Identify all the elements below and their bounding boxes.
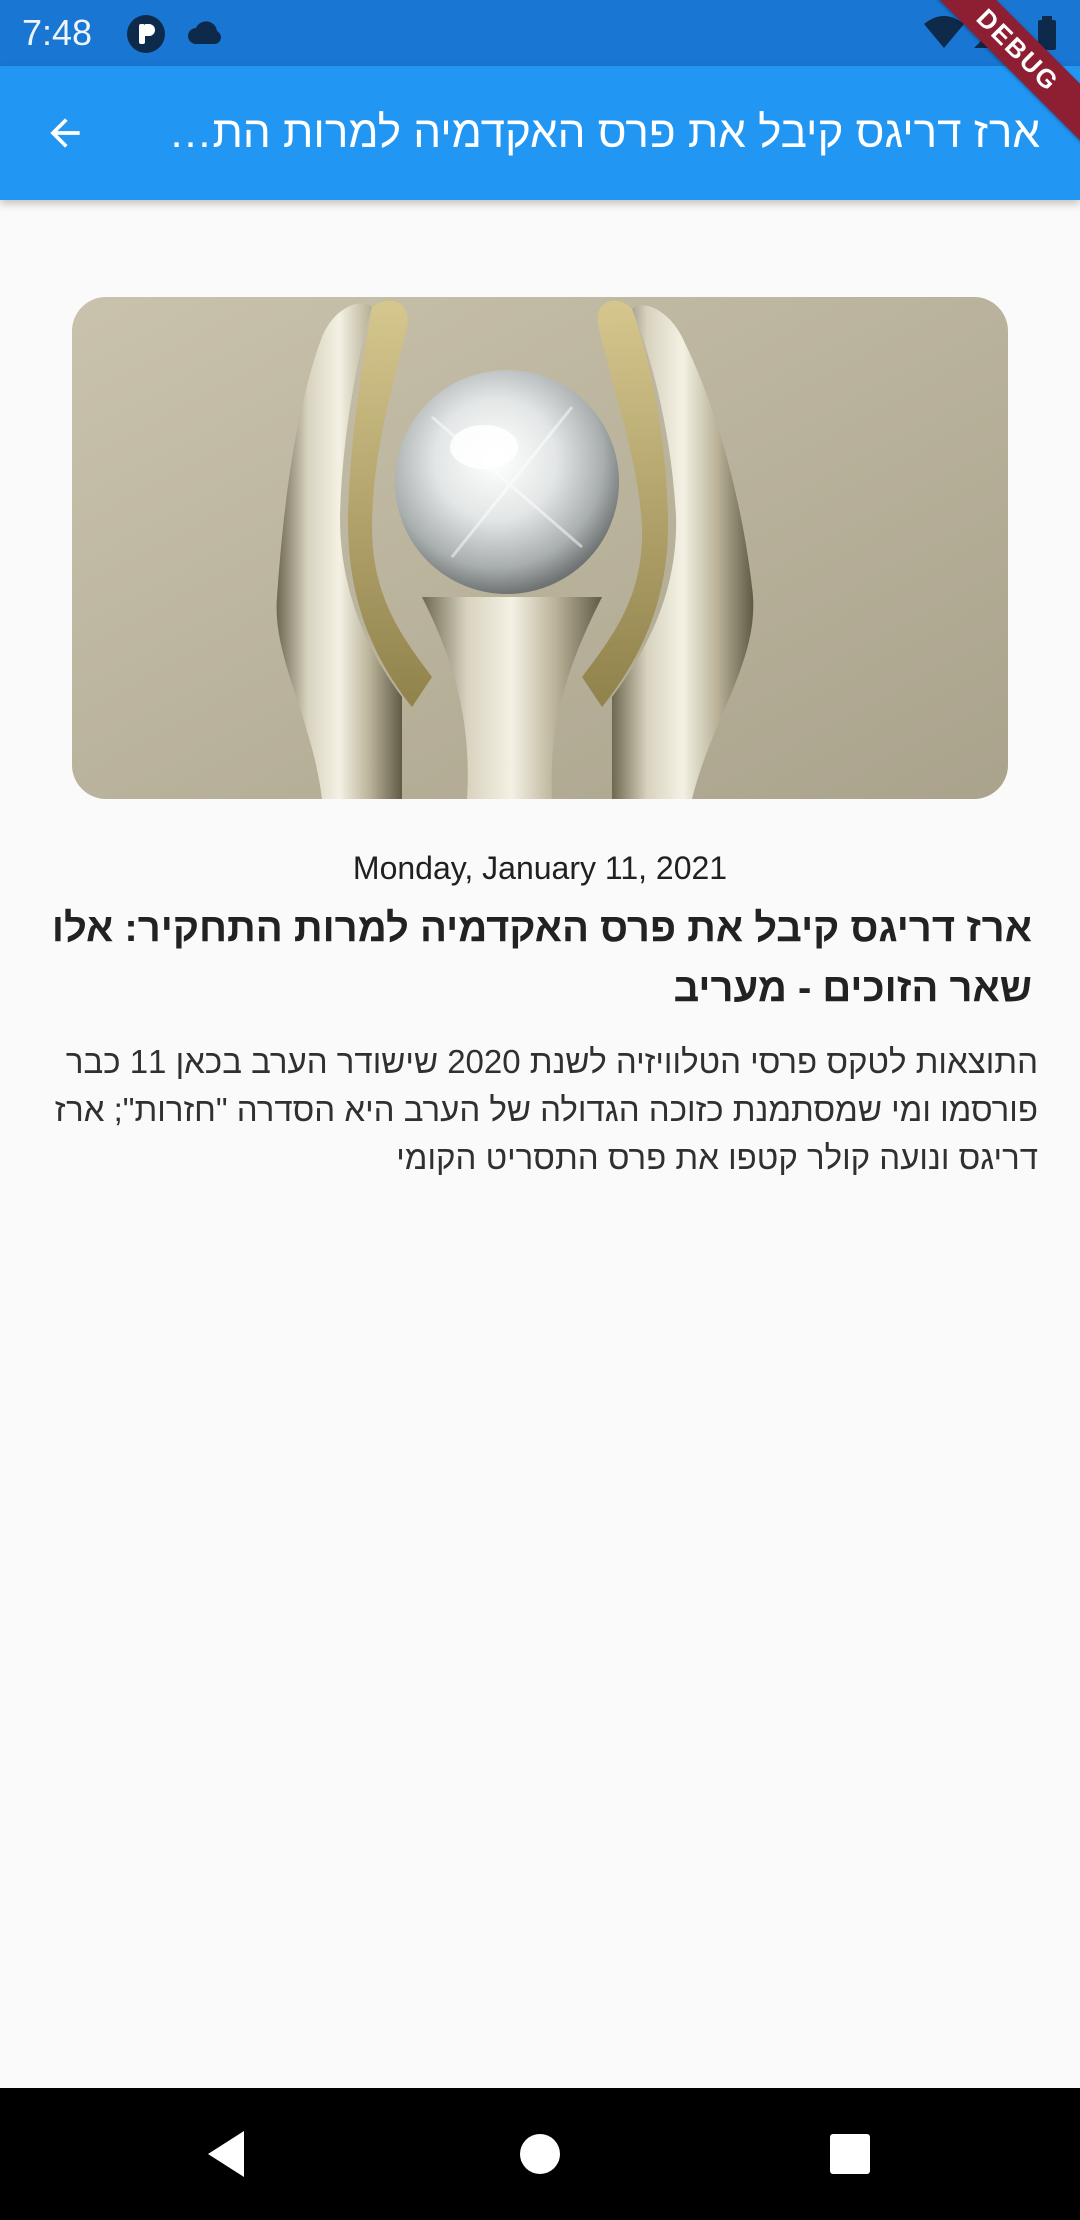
nav-back-button[interactable] <box>196 2124 256 2184</box>
status-bar: 7:48 <box>0 0 1080 66</box>
system-nav-bar <box>0 2088 1080 2220</box>
app-notification-icon <box>126 14 166 59</box>
arrow-back-icon <box>50 118 80 148</box>
status-time: 7:48 <box>22 12 93 53</box>
wifi-icon <box>924 16 964 48</box>
article-date: Monday, January 11, 2021 <box>352 850 728 886</box>
article-headline: ארז דריגס קיבל את פרס האקדמיה למרות התחק… <box>51 906 1032 1010</box>
cloud-icon <box>186 18 226 51</box>
page-title: ארז דריגס קיבל את פרס האקדמיה למרות התחק… <box>160 108 1040 157</box>
nav-recents-icon <box>830 2134 870 2174</box>
nav-back-icon <box>208 2131 244 2177</box>
nav-home-button[interactable] <box>510 2124 570 2184</box>
article-summary: התוצאות לטקס פרסי הטלוויזיה לשנת 2020 שי… <box>54 1043 1038 1176</box>
article-image <box>72 297 1008 799</box>
nav-recents-button[interactable] <box>820 2124 880 2184</box>
nav-home-icon <box>520 2134 560 2174</box>
back-button[interactable] <box>32 100 98 166</box>
app-bar: ארז דריגס קיבל את פרס האקדמיה למרות התחק… <box>0 66 1080 200</box>
